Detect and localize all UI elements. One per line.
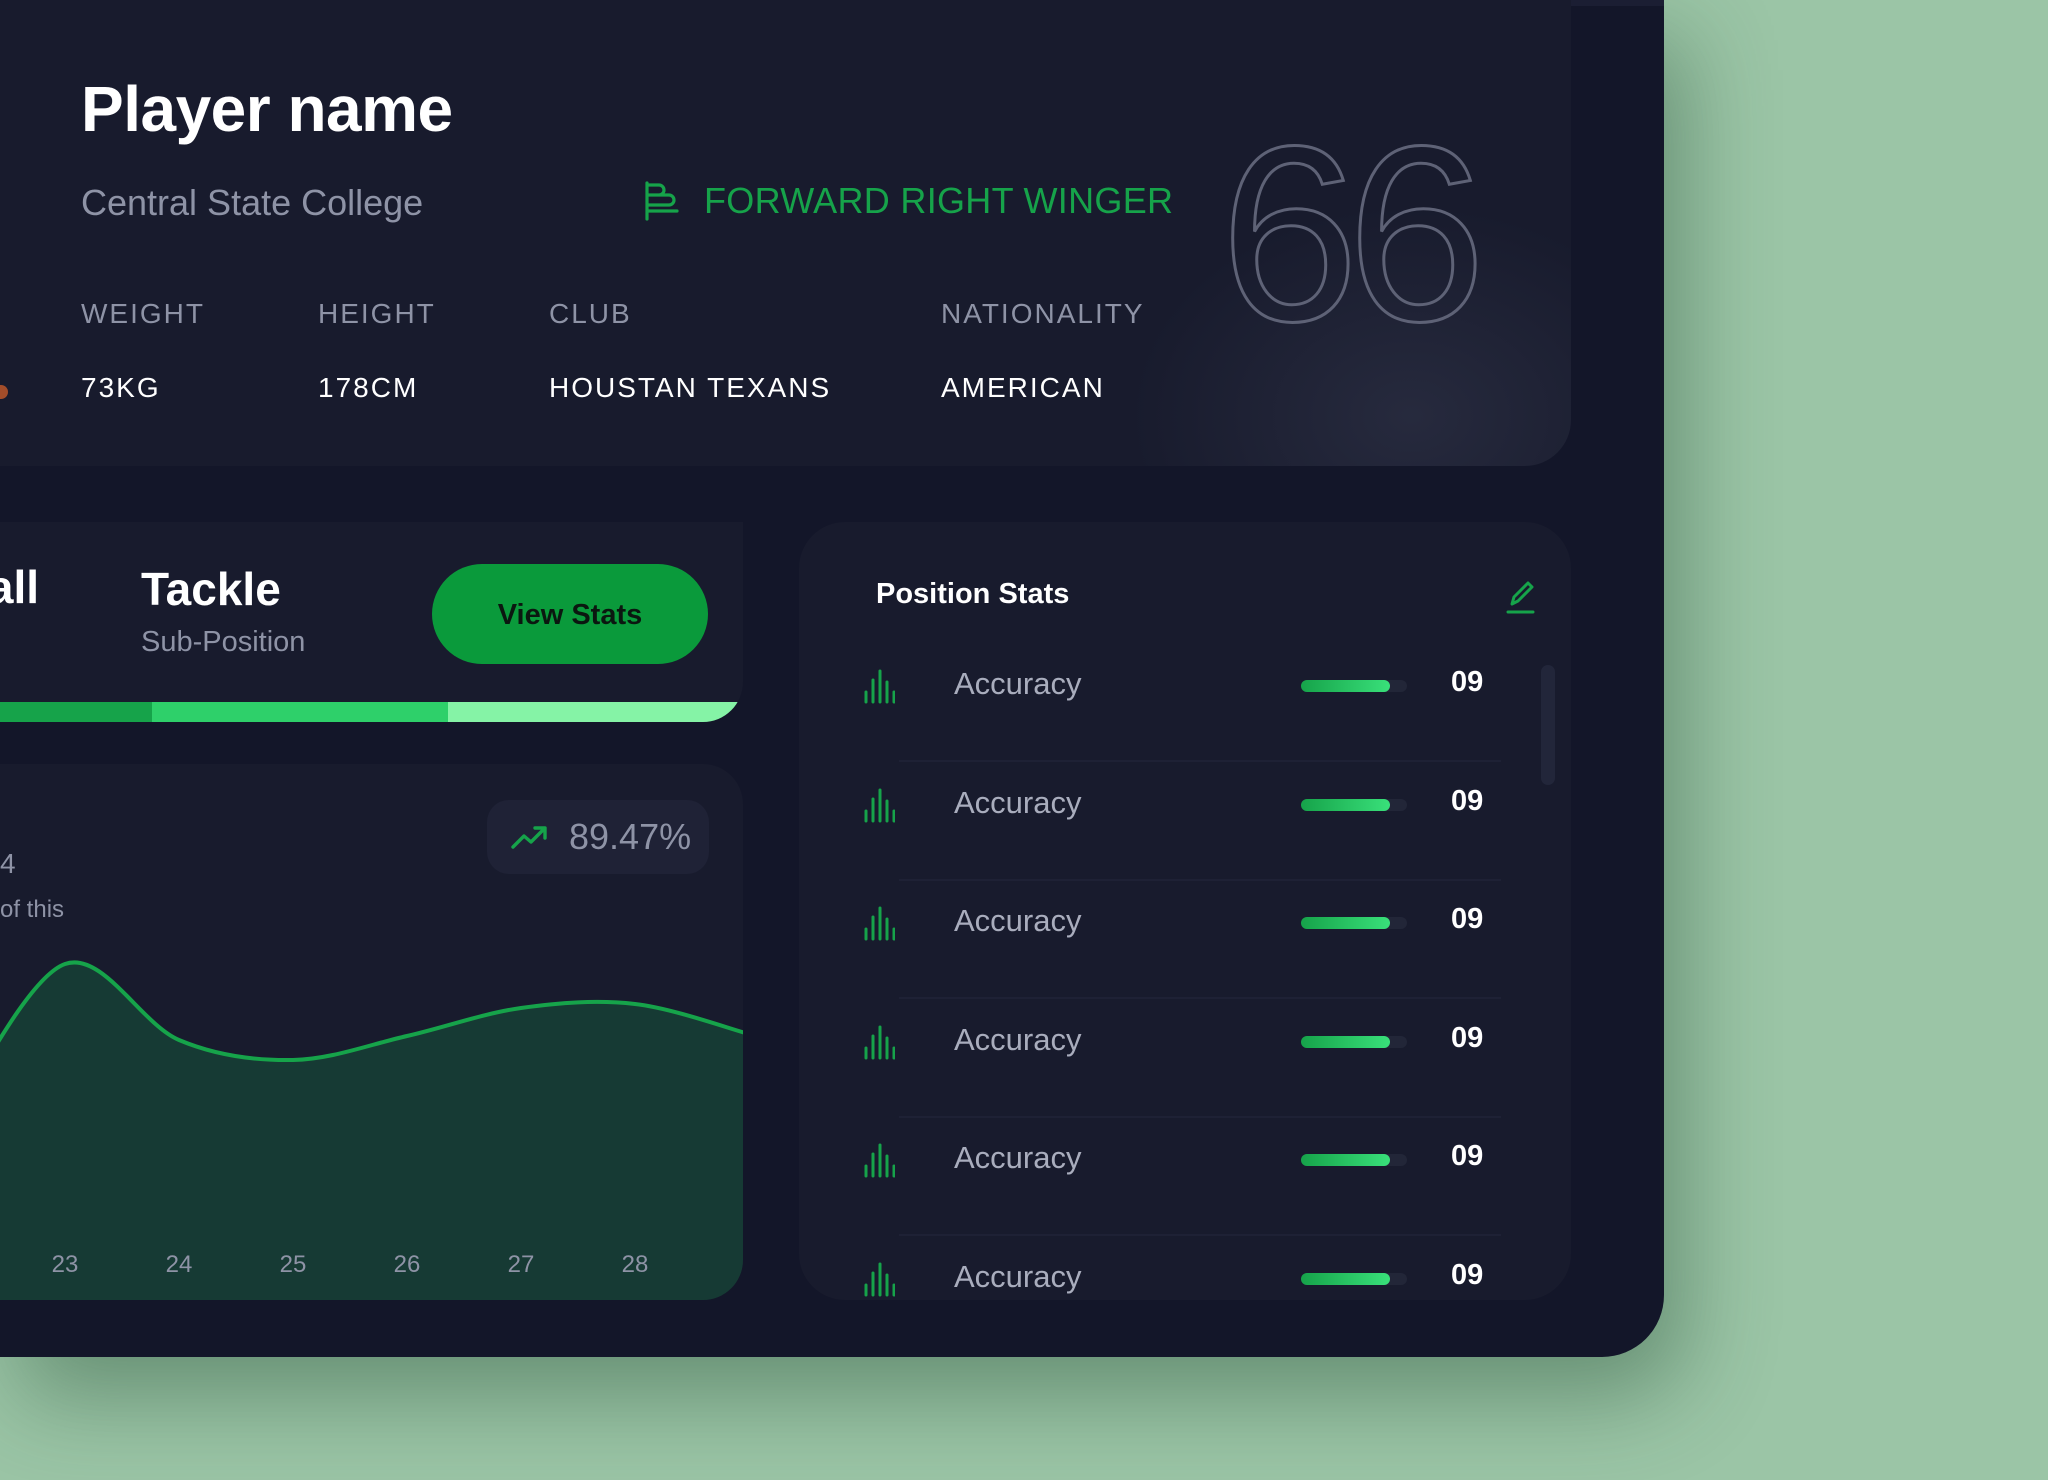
player-college: Central State College bbox=[81, 182, 424, 223]
attr-club-value: HOUSTAN TEXANS bbox=[549, 372, 832, 403]
chart-stat-caption: of this bbox=[0, 896, 65, 923]
stat-row-label: Accuracy bbox=[954, 666, 1082, 701]
performance-chart-card: 23 24 25 26 27 28 4 of this 89.47% bbox=[0, 764, 743, 1300]
stats-scrollbar[interactable] bbox=[1541, 665, 1555, 785]
attr-nationality: NATIONALITY AMERICAN bbox=[941, 298, 1145, 404]
stat-row-bar-fill bbox=[1301, 1272, 1390, 1285]
stat-row-label: Accuracy bbox=[954, 903, 1082, 938]
progress-segment-1 bbox=[0, 702, 152, 722]
attr-nationality-value: AMERICAN bbox=[941, 372, 1105, 403]
stat-row[interactable]: Accuracy 09 bbox=[799, 1000, 1571, 1118]
chart-area-fill bbox=[0, 962, 743, 1300]
stat-row-bar bbox=[1301, 798, 1407, 811]
attr-club-label: CLUB bbox=[549, 298, 632, 329]
x-tick-label: 25 bbox=[280, 1251, 307, 1278]
stat-row-value: 09 bbox=[1451, 1140, 1484, 1172]
attr-height-label: HEIGHT bbox=[318, 298, 436, 329]
position-label: FORWARD RIGHT WINGER bbox=[704, 180, 1174, 221]
stat-row-bar-fill bbox=[1301, 680, 1390, 692]
attr-height: HEIGHT 178CM bbox=[318, 298, 436, 404]
player-position: FORWARD RIGHT WINGER bbox=[644, 180, 1173, 222]
x-tick-label: 24 bbox=[166, 1251, 193, 1278]
bar-stats-icon bbox=[864, 1025, 895, 1059]
stat-row-bar-fill bbox=[1301, 917, 1390, 929]
stat-row-bar bbox=[1301, 917, 1407, 929]
trend-value: 89.47% bbox=[569, 816, 692, 857]
pencil-icon[interactable] bbox=[1504, 577, 1536, 615]
stat-row[interactable]: Accuracy 09 bbox=[799, 881, 1571, 999]
stat-row-value: 09 bbox=[1451, 784, 1484, 817]
bar-stats-icon bbox=[864, 906, 895, 941]
chart-stat-value: 4 bbox=[0, 848, 16, 879]
overall-label: rall bbox=[0, 561, 40, 613]
attr-weight-label: WEIGHT bbox=[81, 298, 205, 329]
stat-row-bar bbox=[1301, 1035, 1407, 1048]
position-stats-card: Position Stats Accuracy 09 Accuracy 09 Accur… bbox=[799, 522, 1571, 1300]
stat-row-bar-fill bbox=[1301, 798, 1390, 811]
position-flag-icon bbox=[645, 181, 679, 221]
trend-up-icon bbox=[511, 826, 547, 849]
sub-position-label: Sub-Position bbox=[141, 626, 306, 658]
bar-stats-icon bbox=[864, 1143, 895, 1178]
view-stats-button[interactable]: View Stats bbox=[432, 564, 708, 664]
stat-row-value: 09 bbox=[1451, 1258, 1484, 1291]
attr-club: CLUB HOUSTAN TEXANS bbox=[549, 298, 831, 404]
stat-row[interactable]: Accuracy 09 bbox=[799, 1237, 1571, 1301]
stat-row-bar bbox=[1301, 680, 1407, 692]
player-name: Player name bbox=[81, 73, 453, 145]
attr-weight: WEIGHT 73KG bbox=[81, 298, 205, 404]
stat-row-label: Accuracy bbox=[954, 1258, 1082, 1294]
player-card: Player name Central State College FORWAR… bbox=[0, 0, 1571, 466]
stat-row[interactable]: Accuracy 09 bbox=[799, 644, 1571, 762]
attr-weight-value: 73KG bbox=[81, 372, 161, 403]
stat-row-bar-fill bbox=[1301, 1154, 1390, 1166]
x-tick-label: 28 bbox=[622, 1251, 649, 1278]
progress-segment-3 bbox=[448, 702, 743, 722]
x-tick-label: 27 bbox=[508, 1251, 535, 1278]
stat-row-value: 09 bbox=[1451, 1021, 1484, 1054]
attr-height-value: 178CM bbox=[318, 372, 419, 403]
stat-row-label: Accuracy bbox=[954, 1140, 1082, 1175]
stat-row[interactable]: Accuracy 09 bbox=[799, 1118, 1571, 1236]
stat-row-bar bbox=[1301, 1154, 1407, 1166]
bar-stats-icon bbox=[864, 669, 895, 704]
stat-row-label: Accuracy bbox=[954, 1021, 1082, 1057]
stat-row-value: 09 bbox=[1451, 903, 1484, 935]
stat-row-value: 09 bbox=[1451, 666, 1484, 698]
attr-nationality-label: NATIONALITY bbox=[941, 298, 1145, 329]
stat-row[interactable]: Accuracy 09 bbox=[799, 763, 1571, 881]
position-stats-title: Position Stats bbox=[876, 578, 1070, 610]
trend-badge: 89.47% bbox=[487, 800, 709, 874]
svg-text:66: 66 bbox=[1220, 110, 1476, 340]
tackle-label: Tackle bbox=[141, 563, 281, 615]
position-progress-bar bbox=[0, 702, 743, 722]
sub-position-card: rall Tackle Sub-Position View Stats bbox=[0, 522, 743, 722]
x-tick-label: 26 bbox=[394, 1251, 421, 1278]
stat-row-bar bbox=[1301, 1272, 1407, 1285]
jersey-number: 66 bbox=[1220, 110, 1480, 340]
bar-stats-icon bbox=[864, 1262, 895, 1296]
dashboard-window: Player name Central State College FORWAR… bbox=[0, 0, 1664, 1357]
x-tick-label: 23 bbox=[52, 1251, 79, 1278]
bar-stats-icon bbox=[864, 788, 895, 822]
stat-row-bar-fill bbox=[1301, 1035, 1390, 1048]
progress-segment-2 bbox=[152, 702, 448, 722]
stat-row-label: Accuracy bbox=[954, 784, 1082, 820]
